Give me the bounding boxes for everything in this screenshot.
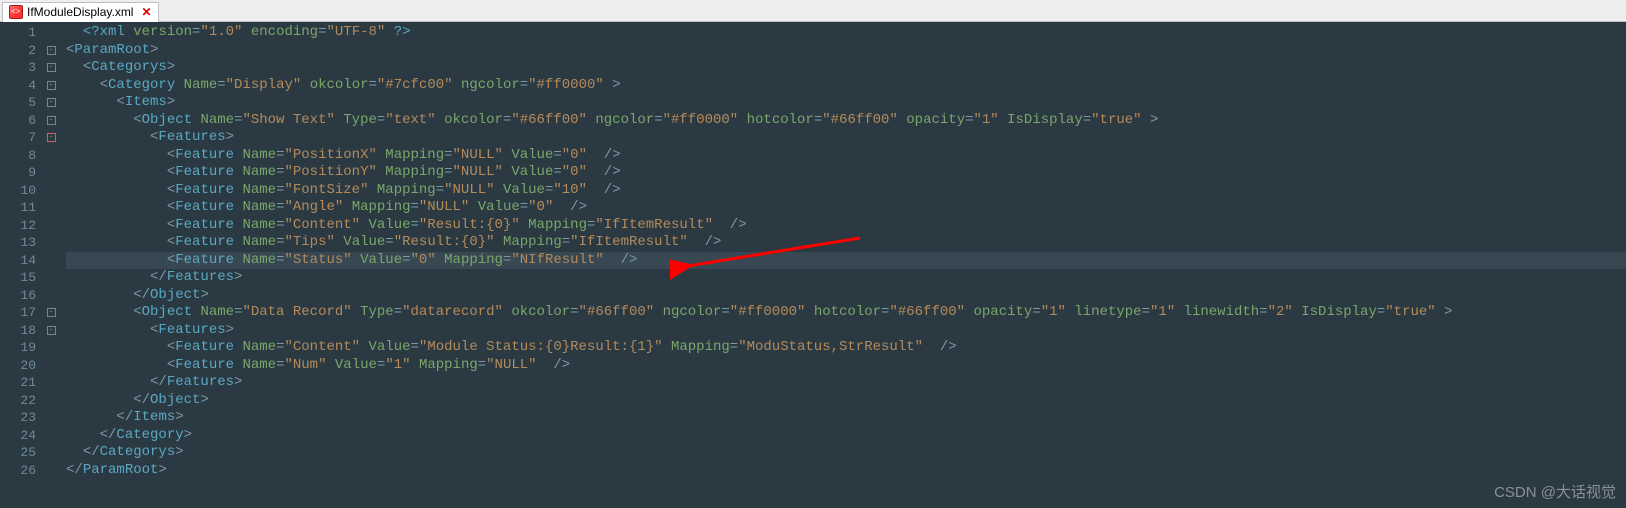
watermark: CSDN @大话视觉 — [1494, 481, 1616, 502]
line-number: 1 — [0, 24, 36, 42]
line-number: 7 — [0, 129, 36, 147]
line-number-gutter: 1234567891011121314151617181920212223242… — [0, 22, 44, 508]
code-line[interactable]: </Features> — [66, 374, 1626, 392]
code-line[interactable]: </Object> — [66, 287, 1626, 305]
code-line[interactable]: <ParamRoot> — [66, 42, 1626, 60]
fold-marker[interactable]: - — [44, 94, 58, 112]
fold-marker[interactable] — [44, 199, 58, 217]
fold-marker[interactable] — [44, 234, 58, 252]
code-line[interactable]: <Items> — [66, 94, 1626, 112]
line-number: 26 — [0, 462, 36, 480]
line-number: 3 — [0, 59, 36, 77]
line-number: 9 — [0, 164, 36, 182]
fold-marker[interactable]: - — [44, 112, 58, 130]
code-line[interactable]: <Feature Name="Content" Value="Module St… — [66, 339, 1626, 357]
fold-gutter[interactable]: -------- — [44, 22, 58, 508]
fold-marker[interactable] — [44, 374, 58, 392]
fold-marker[interactable] — [44, 462, 58, 480]
xml-file-icon — [9, 5, 23, 19]
line-number: 21 — [0, 374, 36, 392]
fold-marker[interactable] — [44, 147, 58, 165]
code-line[interactable]: </Object> — [66, 392, 1626, 410]
code-content[interactable]: <?xml version="1.0" encoding="UTF-8" ?><… — [58, 22, 1626, 508]
line-number: 14 — [0, 252, 36, 270]
code-line[interactable]: <Feature Name="Status" Value="0" Mapping… — [66, 252, 1626, 270]
close-icon[interactable]: ✕ — [141, 5, 151, 19]
line-number: 23 — [0, 409, 36, 427]
line-number: 2 — [0, 42, 36, 60]
line-number: 16 — [0, 287, 36, 305]
line-number: 22 — [0, 392, 36, 410]
tab-filename: IfModuleDisplay.xml — [27, 5, 133, 19]
line-number: 15 — [0, 269, 36, 287]
line-number: 17 — [0, 304, 36, 322]
code-line[interactable]: </Items> — [66, 409, 1626, 427]
line-number: 5 — [0, 94, 36, 112]
line-number: 20 — [0, 357, 36, 375]
line-number: 25 — [0, 444, 36, 462]
code-line[interactable]: <Feature Name="Tips" Value="Result:{0}" … — [66, 234, 1626, 252]
code-line[interactable]: <Category Name="Display" okcolor="#7cfc0… — [66, 77, 1626, 95]
code-line[interactable]: </Category> — [66, 427, 1626, 445]
code-line[interactable]: <Object Name="Data Record" Type="datarec… — [66, 304, 1626, 322]
code-line[interactable]: <Feature Name="Angle" Mapping="NULL" Val… — [66, 199, 1626, 217]
fold-marker[interactable] — [44, 164, 58, 182]
code-line[interactable]: </Features> — [66, 269, 1626, 287]
line-number: 13 — [0, 234, 36, 252]
line-number: 18 — [0, 322, 36, 340]
line-number: 24 — [0, 427, 36, 445]
code-line[interactable]: </ParamRoot> — [66, 462, 1626, 480]
fold-marker[interactable] — [44, 182, 58, 200]
fold-marker[interactable]: - — [44, 42, 58, 60]
fold-marker[interactable]: - — [44, 129, 58, 147]
fold-marker[interactable] — [44, 444, 58, 462]
code-editor[interactable]: 1234567891011121314151617181920212223242… — [0, 22, 1626, 508]
fold-marker[interactable] — [44, 427, 58, 445]
fold-marker[interactable]: - — [44, 77, 58, 95]
fold-marker[interactable]: - — [44, 322, 58, 340]
code-line[interactable]: <Categorys> — [66, 59, 1626, 77]
code-line[interactable]: <Feature Name="Num" Value="1" Mapping="N… — [66, 357, 1626, 375]
code-line[interactable]: <Feature Name="PositionY" Mapping="NULL"… — [66, 164, 1626, 182]
code-line[interactable]: <Feature Name="Content" Value="Result:{0… — [66, 217, 1626, 235]
fold-marker[interactable]: - — [44, 59, 58, 77]
tab-bar: IfModuleDisplay.xml ✕ — [0, 0, 1626, 22]
fold-marker[interactable] — [44, 269, 58, 287]
code-line[interactable]: <Feature Name="PositionX" Mapping="NULL"… — [66, 147, 1626, 165]
line-number: 12 — [0, 217, 36, 235]
fold-marker[interactable] — [44, 287, 58, 305]
line-number: 8 — [0, 147, 36, 165]
line-number: 19 — [0, 339, 36, 357]
code-line[interactable]: <Object Name="Show Text" Type="text" okc… — [66, 112, 1626, 130]
fold-marker[interactable] — [44, 217, 58, 235]
fold-marker[interactable] — [44, 252, 58, 270]
line-number: 10 — [0, 182, 36, 200]
code-line[interactable]: <Feature Name="FontSize" Mapping="NULL" … — [66, 182, 1626, 200]
fold-marker[interactable] — [44, 339, 58, 357]
fold-marker[interactable] — [44, 392, 58, 410]
fold-marker[interactable] — [44, 24, 58, 42]
file-tab[interactable]: IfModuleDisplay.xml ✕ — [2, 2, 159, 22]
fold-marker[interactable] — [44, 409, 58, 427]
line-number: 4 — [0, 77, 36, 95]
code-line[interactable]: <Features> — [66, 322, 1626, 340]
line-number: 6 — [0, 112, 36, 130]
code-line[interactable]: </Categorys> — [66, 444, 1626, 462]
fold-marker[interactable] — [44, 357, 58, 375]
fold-marker[interactable]: - — [44, 304, 58, 322]
code-line[interactable]: <Features> — [66, 129, 1626, 147]
line-number: 11 — [0, 199, 36, 217]
code-line[interactable]: <?xml version="1.0" encoding="UTF-8" ?> — [66, 24, 1626, 42]
